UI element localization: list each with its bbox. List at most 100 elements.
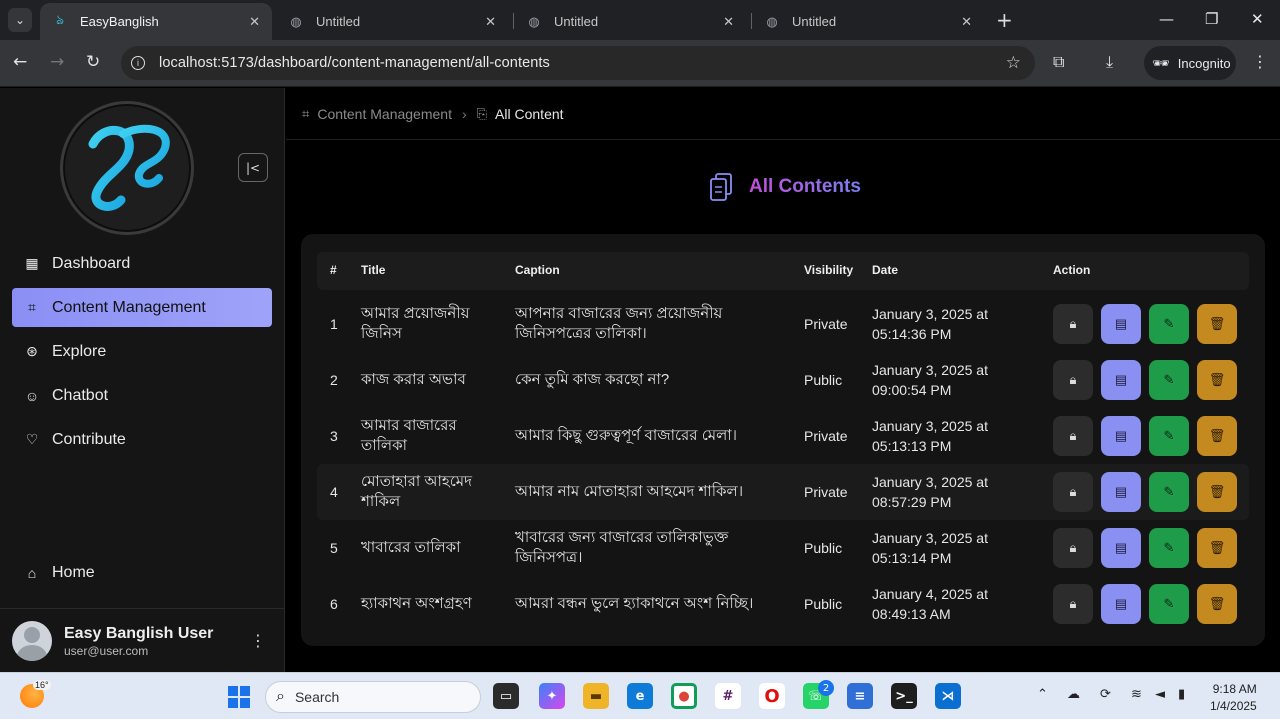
sidebar-item-chatbot[interactable]: ☺ Chatbot (12, 376, 272, 415)
chevron-right-icon: › (461, 105, 467, 122)
toggle-visibility-button[interactable]: 🔒︎ (1053, 416, 1093, 456)
row-date: January 3, 2025 at 09:00:54 PM (872, 362, 988, 398)
windows-start-icon[interactable] (228, 686, 250, 708)
delete-button[interactable]: 🗑︎ (1197, 528, 1237, 568)
incognito-badge[interactable]: 🕶 Incognito (1144, 46, 1236, 80)
sync-icon[interactable]: ⟳ (1100, 687, 1111, 702)
tab-untitled-2[interactable]: ◍ Untitled ✕ (514, 3, 746, 40)
row-number: 3 (330, 428, 338, 444)
taskbar-search[interactable]: ⌕ Search (265, 681, 481, 713)
edit-button[interactable]: ✎ (1149, 584, 1189, 624)
column-header-number: # (330, 263, 337, 277)
edge-icon[interactable]: e (627, 683, 653, 709)
tab-untitled-3[interactable]: ◍ Untitled ✕ (752, 3, 984, 40)
sidebar-item-home[interactable]: ⌂ Home (12, 553, 272, 592)
restore-icon[interactable]: ❐ (1205, 10, 1218, 28)
tab-easybanglish[interactable]: ঌ EasyBanglish ✕ (40, 3, 272, 40)
close-icon[interactable]: ✕ (249, 14, 260, 30)
edit-button[interactable]: ✎ (1149, 528, 1189, 568)
close-icon[interactable]: ✕ (961, 14, 972, 30)
row-date: January 3, 2025 at 05:14:36 PM (872, 306, 988, 342)
address-bar[interactable]: i localhost:5173/dashboard/content-manag… (121, 46, 1035, 80)
tab-search-button[interactable]: ⌄ (8, 8, 32, 32)
export-pdf-button[interactable]: ▤ (1101, 472, 1141, 512)
site-favicon-icon: ঌ (56, 12, 64, 27)
new-tab-plus-icon[interactable]: + (996, 8, 1013, 32)
delete-button[interactable]: 🗑︎ (1197, 584, 1237, 624)
back-arrow-icon[interactable]: ← (13, 52, 27, 72)
collapse-icon: |< (245, 160, 261, 175)
pdf-file-icon: ▤ (1114, 428, 1128, 443)
notepad-icon[interactable]: ≡ (847, 683, 873, 709)
main-content: ⌗ Content Management › ⎘ All Content All… (286, 88, 1280, 672)
toggle-visibility-button[interactable]: 🔒︎ (1053, 360, 1093, 400)
battery-icon[interactable]: ▮ (1178, 687, 1185, 702)
frame-icon: ⌗ (28, 299, 36, 315)
collapse-sidebar-button[interactable]: |< (238, 153, 268, 182)
slack-icon[interactable]: # (715, 683, 741, 709)
delete-button[interactable]: 🗑︎ (1197, 304, 1237, 344)
export-pdf-button[interactable]: ▤ (1101, 360, 1141, 400)
terminal-icon[interactable]: >_ (891, 683, 917, 709)
pdf-file-icon: ▤ (1114, 484, 1128, 499)
lock-icon: 🔒︎ (1069, 428, 1077, 443)
export-pdf-button[interactable]: ▤ (1101, 528, 1141, 568)
export-pdf-button[interactable]: ▤ (1101, 304, 1141, 344)
home-icon: ⌂ (27, 564, 37, 581)
edit-button[interactable]: ✎ (1149, 472, 1189, 512)
chrome-icon[interactable]: ● (671, 683, 697, 709)
edit-button[interactable]: ✎ (1149, 416, 1189, 456)
system-clock[interactable]: 9:18 AM 1/4/2025 (1210, 681, 1257, 715)
row-number: 2 (330, 372, 338, 388)
toggle-visibility-button[interactable]: 🔒︎ (1053, 584, 1093, 624)
frame-icon: ⌗ (302, 105, 310, 121)
sidebar-item-content-management[interactable]: ⌗ Content Management (12, 288, 272, 327)
row-title: আমার বাজারের তালিকা (361, 417, 457, 454)
forward-arrow-icon[interactable]: → (50, 52, 64, 72)
extensions-icon[interactable]: ⧉ (1053, 52, 1064, 72)
toggle-visibility-button[interactable]: 🔒︎ (1053, 528, 1093, 568)
user-menu-icon[interactable]: ⋮ (250, 631, 266, 650)
cloud-icon[interactable]: ☁ (1067, 687, 1080, 702)
page-heading: All Contents (709, 172, 861, 202)
sidebar-item-explore[interactable]: ⊛ Explore (12, 332, 272, 371)
task-view-icon[interactable]: ▭ (493, 683, 519, 709)
delete-button[interactable]: 🗑︎ (1197, 416, 1237, 456)
bookmark-star-icon[interactable]: ☆ (1006, 53, 1021, 73)
table-row: 5 খাবারের তালিকা খাবারের জন্য বাজারের তালি… (317, 520, 1249, 576)
volume-icon[interactable]: ◄ (1155, 687, 1165, 702)
chevron-up-icon[interactable]: ⌃ (1037, 687, 1048, 702)
avatar[interactable] (12, 621, 52, 661)
browser-menu-icon[interactable]: ⋮ (1252, 52, 1268, 71)
wifi-icon[interactable]: ≋ (1131, 687, 1142, 702)
edit-button[interactable]: ✎ (1149, 304, 1189, 344)
opera-icon[interactable]: O (759, 683, 785, 709)
tab-untitled-1[interactable]: ◍ Untitled ✕ (276, 3, 508, 40)
close-icon[interactable]: ✕ (485, 14, 496, 30)
minimize-icon[interactable]: — (1159, 10, 1174, 28)
export-pdf-button[interactable]: ▤ (1101, 416, 1141, 456)
vscode-icon[interactable]: ⋊ (935, 683, 961, 709)
url-text[interactable]: localhost:5173/dashboard/content-managem… (159, 55, 550, 71)
site-info-icon[interactable]: i (131, 56, 145, 70)
delete-button[interactable]: 🗑︎ (1197, 360, 1237, 400)
window-close-icon[interactable]: ✕ (1251, 10, 1264, 28)
breadcrumb-parent[interactable]: Content Management (317, 106, 452, 122)
pdf-file-icon: ▤ (1114, 372, 1128, 387)
export-pdf-button[interactable]: ▤ (1101, 584, 1141, 624)
copilot-icon[interactable]: ✦ (539, 683, 565, 709)
sidebar-item-dashboard[interactable]: ▦ Dashboard (12, 244, 272, 283)
pdf-file-icon: ▤ (1114, 540, 1128, 555)
file-explorer-icon[interactable]: ▬ (583, 683, 609, 709)
user-name: Easy Banglish User (64, 624, 214, 642)
toggle-visibility-button[interactable]: 🔒︎ (1053, 472, 1093, 512)
download-icon[interactable]: ⤓ (1106, 52, 1113, 72)
toggle-visibility-button[interactable]: 🔒︎ (1053, 304, 1093, 344)
trash-icon: 🗑︎ (1208, 596, 1226, 611)
sidebar-item-contribute[interactable]: ♡ Contribute (12, 420, 272, 459)
edit-button[interactable]: ✎ (1149, 360, 1189, 400)
delete-button[interactable]: 🗑︎ (1197, 472, 1237, 512)
reload-icon[interactable]: ↻ (86, 52, 100, 72)
close-icon[interactable]: ✕ (723, 14, 734, 30)
trash-icon: 🗑︎ (1208, 316, 1226, 331)
